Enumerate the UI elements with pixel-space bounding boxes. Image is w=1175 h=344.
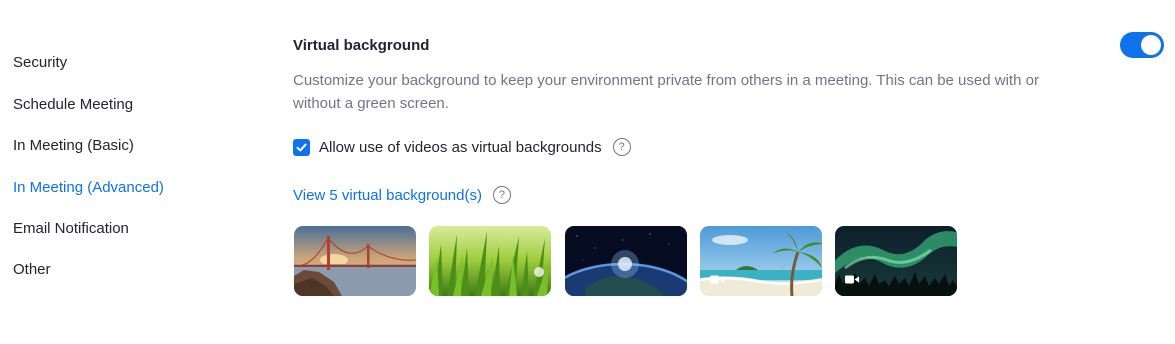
thumbnail-grass[interactable] — [429, 226, 551, 296]
beach-image — [700, 226, 822, 296]
thumbnail-earth[interactable] — [565, 226, 687, 296]
allow-videos-checkbox[interactable] — [293, 138, 310, 156]
settings-page: Security Schedule Meeting In Meeting (Ba… — [0, 0, 1175, 344]
virtual-background-toggle[interactable] — [1120, 32, 1164, 58]
sidebar-item-other[interactable]: Other — [13, 261, 51, 278]
sidebar-item-in-meeting-basic[interactable]: In Meeting (Basic) — [13, 137, 134, 154]
video-camera-icon — [845, 275, 859, 284]
golden-gate-image — [294, 226, 416, 296]
view-backgrounds-link[interactable]: View 5 virtual background(s) — [293, 187, 482, 204]
section-title: Virtual background — [293, 37, 430, 54]
sidebar-item-in-meeting-advanced[interactable]: In Meeting (Advanced) — [13, 179, 164, 196]
allow-videos-label[interactable]: Allow use of videos as virtual backgroun… — [319, 139, 602, 156]
help-icon[interactable]: ? — [492, 186, 511, 204]
sidebar-item-email-notification[interactable]: Email Notification — [13, 220, 129, 237]
checkmark-icon — [296, 143, 307, 151]
help-icon[interactable]: ? — [612, 138, 631, 156]
virtual-background-section: Virtual background Customize your backgr… — [293, 0, 1173, 344]
thumbnail-golden-gate[interactable] — [294, 226, 416, 296]
grass-image — [429, 226, 551, 296]
toggle-knob — [1141, 35, 1161, 55]
aurora-image — [835, 226, 957, 296]
section-description: Customize your background to keep your e… — [293, 72, 1039, 112]
thumbnail-aurora[interactable] — [835, 226, 957, 296]
allow-videos-row: Allow use of videos as virtual backgroun… — [293, 136, 631, 158]
earth-image — [565, 226, 687, 296]
thumbnail-beach[interactable] — [700, 226, 822, 296]
sidebar-item-schedule-meeting[interactable]: Schedule Meeting — [13, 96, 133, 113]
view-backgrounds-row: View 5 virtual background(s) ? — [293, 184, 511, 206]
video-camera-icon — [710, 275, 724, 284]
sidebar-item-security[interactable]: Security — [13, 54, 67, 71]
